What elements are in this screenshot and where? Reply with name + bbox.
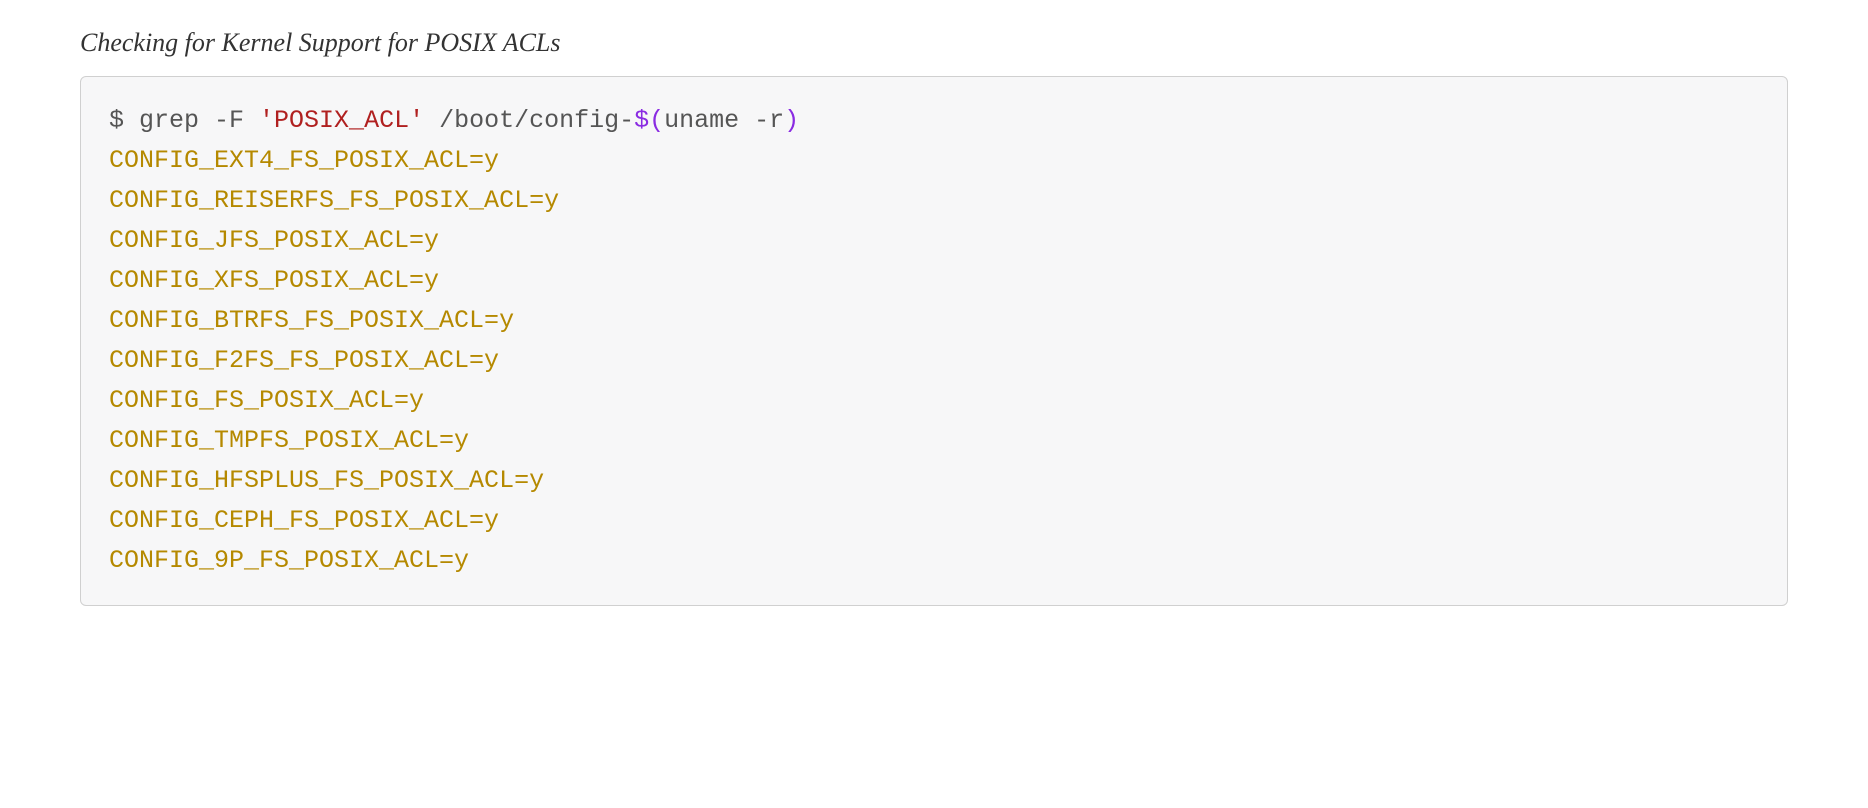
output-line: CONFIG_XFS_POSIX_ACL=y	[109, 266, 439, 295]
command-string-arg: 'POSIX_ACL'	[259, 106, 424, 135]
command-subst-body: uname -r	[664, 106, 784, 135]
command-subst-open: $(	[634, 106, 664, 135]
output-line: CONFIG_9P_FS_POSIX_ACL=y	[109, 546, 469, 575]
command-grep: grep -F	[139, 106, 259, 135]
code-block: $ grep -F 'POSIX_ACL' /boot/config-$(una…	[80, 76, 1788, 606]
output-line: CONFIG_F2FS_FS_POSIX_ACL=y	[109, 346, 499, 375]
output-line: CONFIG_TMPFS_POSIX_ACL=y	[109, 426, 469, 455]
output-line: CONFIG_BTRFS_FS_POSIX_ACL=y	[109, 306, 514, 335]
shell-prompt: $	[109, 106, 139, 135]
code-caption: Checking for Kernel Support for POSIX AC…	[80, 28, 1788, 58]
command-subst-close: )	[784, 106, 799, 135]
output-line: CONFIG_EXT4_FS_POSIX_ACL=y	[109, 146, 499, 175]
output-line: CONFIG_HFSPLUS_FS_POSIX_ACL=y	[109, 466, 544, 495]
command-path: /boot/config-	[424, 106, 634, 135]
output-line: CONFIG_JFS_POSIX_ACL=y	[109, 226, 439, 255]
output-line: CONFIG_CEPH_FS_POSIX_ACL=y	[109, 506, 499, 535]
output-line: CONFIG_FS_POSIX_ACL=y	[109, 386, 424, 415]
output-line: CONFIG_REISERFS_FS_POSIX_ACL=y	[109, 186, 559, 215]
